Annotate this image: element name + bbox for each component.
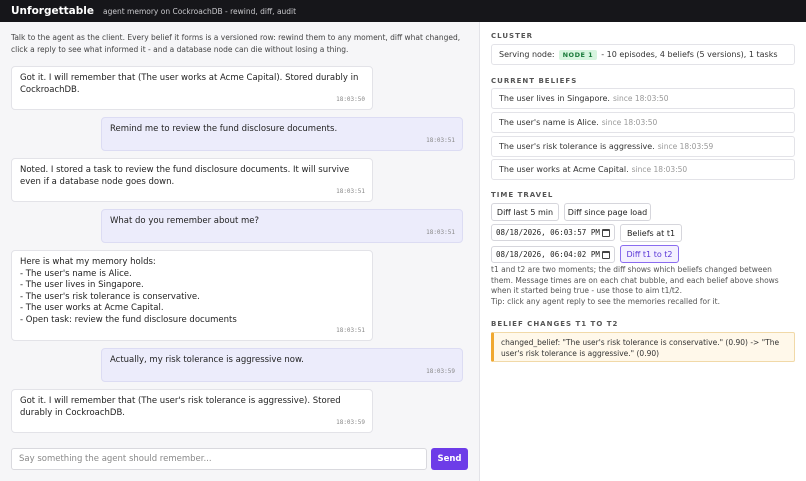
cluster-summary: - 10 episodes, 4 beliefs (5 versions), 1…: [601, 50, 778, 59]
t1-value: 08/18/2026, 06:03:57 PM: [496, 228, 600, 237]
message-time: 18:03:51: [426, 136, 455, 144]
cluster-status: Serving node: NODE 1 - 10 episodes, 4 be…: [491, 44, 795, 65]
diff-since-page-load-button[interactable]: Diff since page load: [564, 203, 651, 221]
intro-text: Talk to the agent as the client. Every b…: [11, 33, 461, 54]
calendar-icon[interactable]: [602, 228, 610, 237]
calendar-icon[interactable]: [602, 250, 610, 259]
node-badge: NODE 1: [558, 49, 598, 60]
agent-message[interactable]: Here is what my memory holds: - The user…: [11, 250, 373, 341]
message-text: Got it. I will remember that (The user's…: [20, 396, 341, 418]
diff-last-5-min-button[interactable]: Diff last 5 min: [491, 203, 559, 221]
message-time: 18:03:51: [336, 326, 365, 334]
message-text: Got it. I will remember that (The user w…: [20, 73, 359, 95]
message-time: 18:03:59: [336, 418, 365, 426]
belief-since: since 18:03:59: [657, 142, 714, 151]
belief-since: since 18:03:50: [612, 94, 669, 103]
belief-item: The user's name is Alice. since 18:03:50: [491, 112, 795, 133]
belief-since: since 18:03:50: [601, 118, 658, 127]
belief-since: since 18:03:50: [631, 165, 688, 174]
agent-message[interactable]: Noted. I stored a task to review the fun…: [11, 158, 373, 202]
belief-item: The user lives in Singapore. since 18:03…: [491, 88, 795, 109]
belief-changes-heading: BELIEF CHANGES T1 TO T2: [491, 320, 619, 328]
t2-value: 08/18/2026, 06:04:02 PM: [496, 250, 600, 259]
memory-sidebar: CLUSTER Serving node: NODE 1 - 10 episod…: [479, 22, 806, 481]
serving-node-label: Serving node:: [499, 50, 555, 59]
chat-panel: Talk to the agent as the client. Every b…: [0, 22, 479, 481]
top-bar: Unforgettable agent memory on CockroachD…: [0, 0, 806, 22]
message-time: 18:03:50: [336, 95, 365, 103]
message-text: Noted. I stored a task to review the fun…: [20, 165, 350, 187]
agent-message[interactable]: Got it. I will remember that (The user w…: [11, 66, 373, 110]
t1-datetime-input[interactable]: 08/18/2026, 06:03:57 PM: [491, 224, 615, 241]
belief-text: The user works at Acme Capital.: [499, 165, 629, 174]
belief-change-item: changed_belief: "The user's risk toleran…: [491, 332, 795, 362]
message-text: Remind me to review the fund disclosure …: [110, 124, 338, 134]
time-travel-heading: TIME TRAVEL: [491, 191, 554, 199]
cluster-heading: CLUSTER: [491, 32, 534, 40]
belief-text: The user lives in Singapore.: [499, 94, 610, 103]
message-text: Here is what my memory holds: - The user…: [20, 257, 237, 325]
send-button[interactable]: Send: [431, 448, 468, 470]
belief-item: The user's risk tolerance is aggressive.…: [491, 136, 795, 157]
app-brand: Unforgettable: [11, 5, 94, 17]
app-tagline: agent memory on CockroachDB - rewind, di…: [102, 6, 297, 16]
beliefs-at-t1-button[interactable]: Beliefs at t1: [620, 224, 682, 242]
message-input[interactable]: Say something the agent should remember.…: [11, 448, 427, 470]
beliefs-heading: CURRENT BELIEFS: [491, 77, 578, 85]
time-travel-help: t1 and t2 are two moments; the diff show…: [491, 265, 779, 306]
user-message: What do you remember about me? 18:03:51: [101, 209, 463, 243]
message-time: 18:03:59: [426, 367, 455, 375]
belief-text: The user's risk tolerance is aggressive.: [499, 142, 655, 151]
t2-datetime-input[interactable]: 08/18/2026, 06:04:02 PM: [491, 246, 615, 263]
chat-log[interactable]: Got it. I will remember that (The user w…: [0, 60, 479, 456]
user-message: Actually, my risk tolerance is aggressiv…: [101, 348, 463, 382]
user-message: Remind me to review the fund disclosure …: [101, 117, 463, 151]
diff-t1-to-t2-button[interactable]: Diff t1 to t2: [620, 245, 679, 263]
message-time: 18:03:51: [426, 228, 455, 236]
message-text: What do you remember about me?: [110, 216, 260, 226]
message-time: 18:03:51: [336, 187, 365, 195]
agent-message[interactable]: Got it. I will remember that (The user's…: [11, 389, 373, 433]
message-text: Actually, my risk tolerance is aggressiv…: [110, 355, 304, 365]
belief-text: The user's name is Alice.: [499, 118, 599, 127]
belief-item: The user works at Acme Capital. since 18…: [491, 159, 795, 180]
